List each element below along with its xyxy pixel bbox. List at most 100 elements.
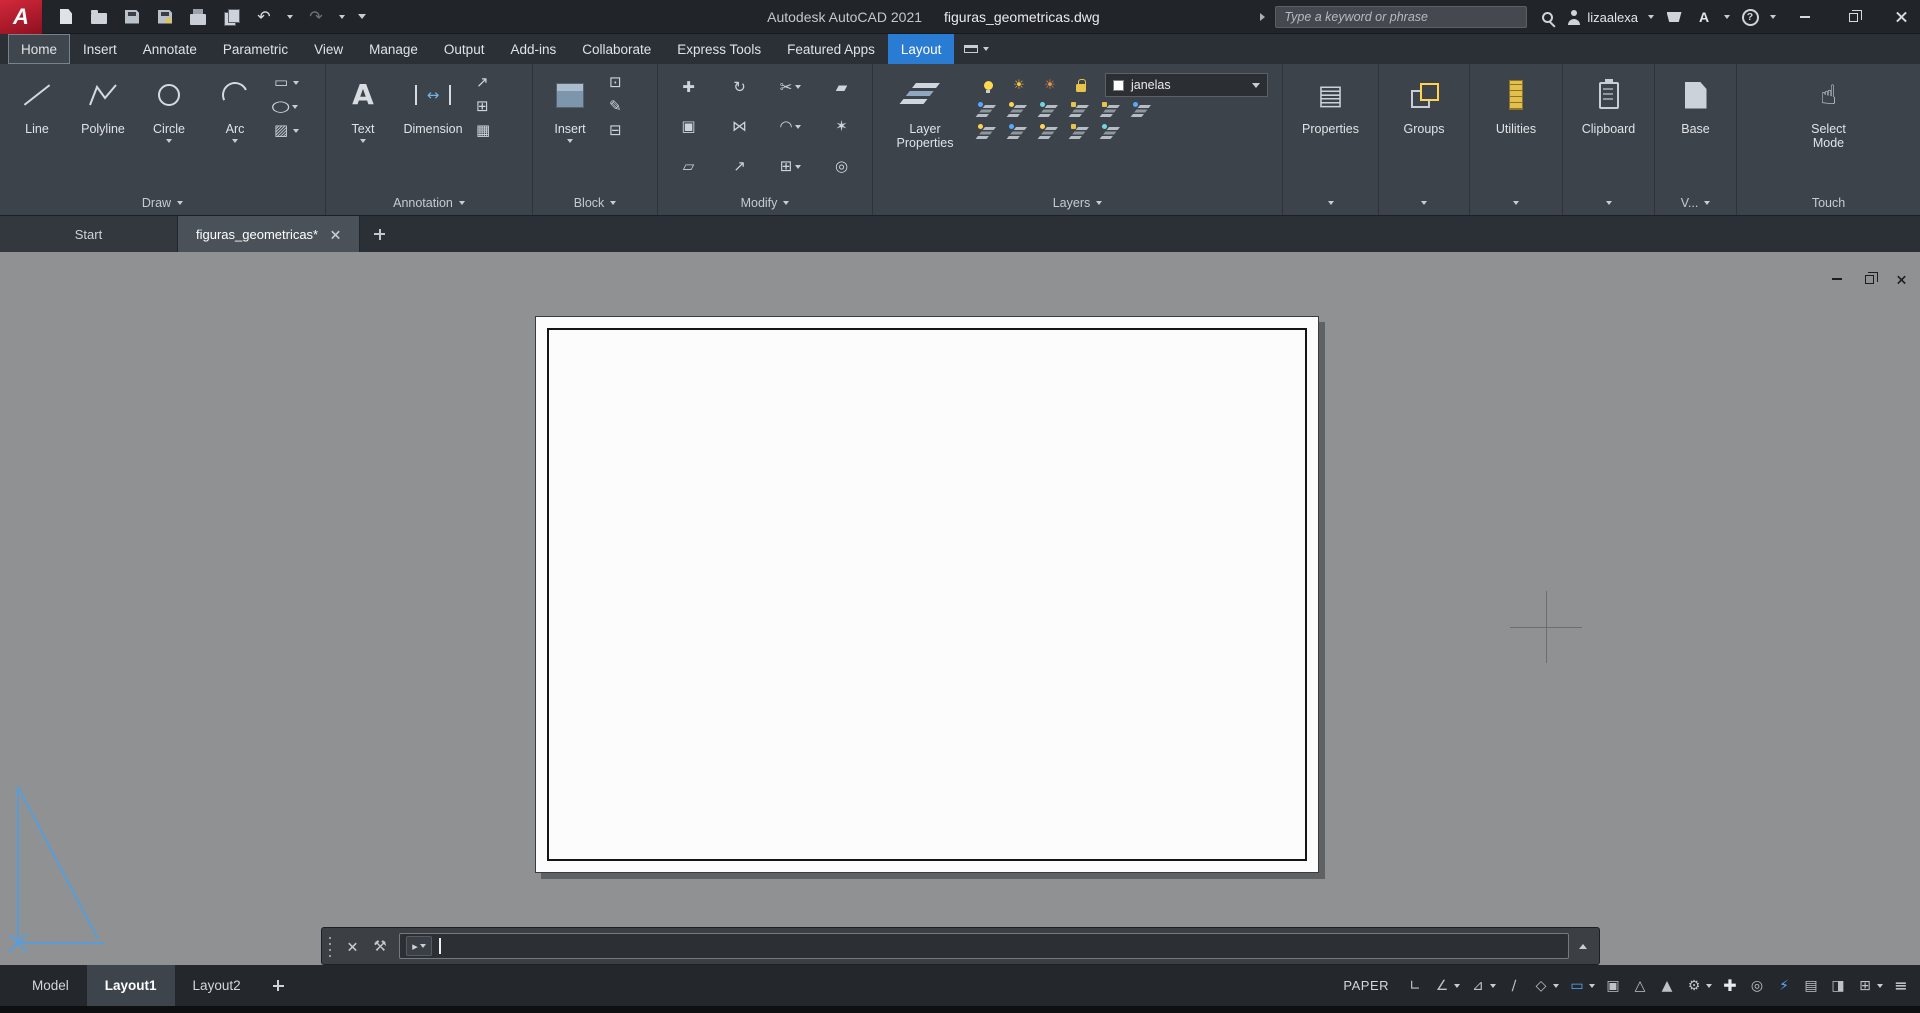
layer-previous-button[interactable] [979,125,997,141]
command-line[interactable]: ⚒ ▸ [321,927,1600,965]
panel-footer-modify[interactable]: Modify [658,190,872,215]
layer-unlock-button[interactable] [1103,103,1121,119]
plot-button[interactable] [188,6,208,28]
offset-button[interactable]: ◎ [819,150,864,183]
line-button[interactable]: Line [6,68,68,190]
multileader-button[interactable]: ↗ [476,75,490,90]
polar-tracking-icon[interactable]: ∠ [1433,976,1451,996]
insert-block-button[interactable]: Insert [539,68,601,190]
help-caret[interactable] [1770,15,1776,19]
undo-button[interactable]: ↶ [254,6,274,28]
panel-footer-annotation[interactable]: Annotation [326,190,532,215]
layer-thaw-toggle[interactable]: ☀ [1010,77,1028,93]
dimension-button[interactable]: ↔ Dimension [398,68,468,190]
clipboard-button[interactable]: Clipboard [1569,68,1648,190]
command-input-container[interactable]: ▸ [399,933,1569,959]
arc-button[interactable]: Arc [204,68,266,190]
ellipse-button[interactable]: ○ [274,99,299,114]
drawing-minimize-button[interactable] [1830,272,1844,286]
markup-button[interactable]: ▦ [476,123,490,138]
arc-flyout-caret[interactable] [232,139,238,143]
autoscale-icon[interactable]: △ [1631,976,1649,996]
layer-freeze-button[interactable] [1041,103,1059,119]
layer-properties-button[interactable]: Layer Properties [879,68,971,190]
autocad-logo-button[interactable]: A [0,0,42,34]
workspace-gear-caret[interactable] [1706,984,1712,988]
isometric-drafting-caret[interactable] [1553,984,1559,988]
layer-merge-button[interactable] [1072,125,1090,141]
command-history-caret[interactable] [1579,944,1587,949]
units-icon[interactable]: ◨ [1829,976,1847,996]
annotation-visibility-icon[interactable]: ▣ [1604,976,1622,996]
quick-properties-icon[interactable]: ⊞ [1856,976,1874,996]
new-drawing-tab-button[interactable] [360,216,399,252]
account-caret[interactable] [1648,15,1654,19]
snap-corner-icon[interactable]: ∟ [1406,976,1424,996]
object-snap-caret[interactable] [1490,984,1496,988]
polyline-button[interactable]: Polyline [72,68,134,190]
drawing-restore-button[interactable] [1862,272,1876,286]
ribbon-tab-parametric[interactable]: Parametric [210,34,301,64]
customize-menu-icon[interactable]: ≡ [1892,976,1910,996]
quick-properties-caret[interactable] [1877,984,1883,988]
file-tab-close-icon[interactable] [331,230,340,239]
account-button[interactable]: lizaalexa [1567,10,1638,25]
layer-lock-button[interactable] [1072,103,1090,119]
panel-footer-block[interactable]: Block [533,190,657,215]
panel-footer-base[interactable]: V... [1655,190,1736,215]
panel-footer-clipboard[interactable] [1563,190,1654,215]
command-customize-button[interactable]: ⚒ [371,935,389,957]
command-line-grip[interactable] [327,935,333,957]
command-input[interactable] [448,939,1562,954]
layer-match-button[interactable] [1134,103,1152,119]
app-store-button[interactable] [1664,5,1684,29]
redo-dropdown-caret[interactable] [339,15,345,19]
ribbon-tab-add-ins[interactable]: Add-ins [497,34,569,64]
panel-footer-draw[interactable]: Draw [0,190,325,215]
clean-screen-icon[interactable]: ▤ [1802,976,1820,996]
trim-button[interactable]: ✂ [768,71,813,104]
redo-button[interactable]: ↷ [306,6,326,28]
open-button[interactable] [89,6,109,28]
panel-footer-layers[interactable]: Layers [873,190,1282,215]
properties-button[interactable]: ▤ Properties [1289,68,1372,190]
stretch-button[interactable]: ▱ [666,150,711,183]
define-attributes-button[interactable]: ⊟ [609,123,622,138]
panel-footer-touch[interactable]: Touch [1737,190,1920,215]
polar-tracking-caret[interactable] [1454,984,1460,988]
ribbon-display-toggle[interactable] [954,34,999,64]
select-mode-button[interactable]: ☝ Select Mode [1797,68,1861,190]
search-button[interactable] [1537,5,1557,29]
new-file-button[interactable] [56,6,76,28]
mirror-button[interactable]: ⋈ [717,111,762,144]
copy-button[interactable]: ▣ [666,111,711,144]
circle-flyout-caret[interactable] [166,139,172,143]
autodesk-a-button[interactable]: A [1694,5,1714,29]
viewport-toggle-caret[interactable] [1589,984,1595,988]
layer-off-button[interactable] [979,103,997,119]
create-block-button[interactable]: ⊡ [609,75,622,90]
panel-footer-utilities[interactable] [1470,190,1562,215]
base-button[interactable]: Base [1661,68,1730,190]
hatch-button[interactable]: ▨ [274,123,299,138]
object-snap-icon[interactable]: ⊿ [1469,976,1487,996]
move-button[interactable]: ✚ [666,71,711,104]
ribbon-tab-manage[interactable]: Manage [356,34,431,64]
workspace-gear-icon[interactable]: ⚙ [1685,976,1703,996]
text-flyout-caret[interactable] [360,139,366,143]
maximize-button[interactable] [1834,0,1872,34]
insert-flyout-caret[interactable] [567,139,573,143]
layout2-tab[interactable]: Layout2 [175,965,259,1006]
table-button[interactable]: ⊞ [476,99,490,114]
rotate-button[interactable]: ↻ [717,71,762,104]
search-input[interactable] [1275,6,1527,28]
layer-walk-button[interactable] [1010,125,1028,141]
annotation-monitor-icon[interactable]: ✚ [1721,976,1739,996]
layer-vp-freeze-toggle[interactable]: ☀ [1041,77,1059,93]
sheet-set-button[interactable] [221,6,241,28]
viewport-toggle-icon[interactable]: ▭ [1568,976,1586,996]
ribbon-tab-layout[interactable]: Layout [888,34,955,64]
panel-footer-groups[interactable] [1379,190,1469,215]
new-layout-button[interactable] [259,980,298,991]
fillet-button[interactable]: ◠ [768,111,813,144]
